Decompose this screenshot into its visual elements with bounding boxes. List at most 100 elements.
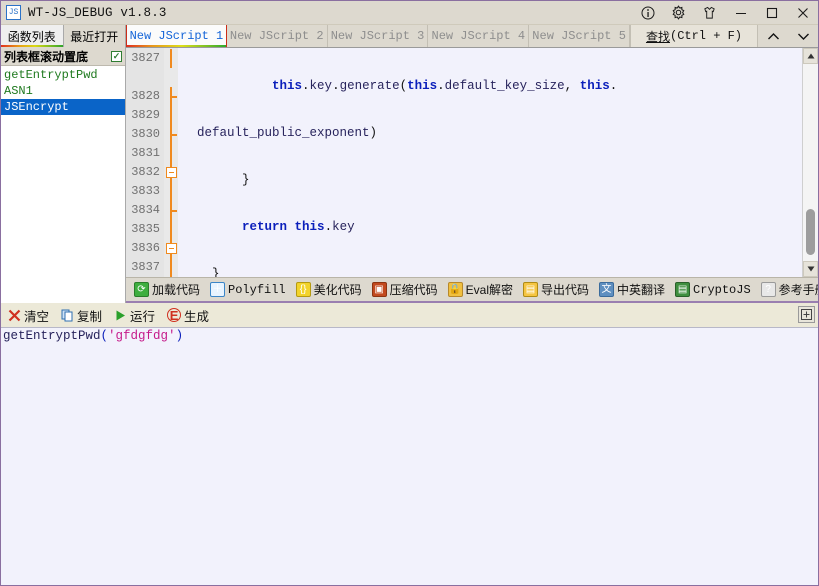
list-item[interactable]: ASN1 (1, 83, 125, 99)
find-button[interactable]: 查找 (Ctrl + F) (630, 25, 758, 47)
chevron-up-icon[interactable] (758, 25, 788, 47)
function-list[interactable]: getEntryptPwd ASN1 JSEncrypt (1, 66, 125, 303)
fold-column[interactable] (164, 48, 178, 277)
scroll-down-arrow-icon[interactable] (803, 261, 818, 277)
editor-tab-1-label: New JScript 1 (129, 29, 224, 43)
cryptojs-button[interactable]: ▤ CryptoJS (671, 280, 755, 299)
console-close-paren: ) (175, 329, 184, 343)
compress-code-label: 压缩代码 (389, 283, 438, 297)
reference-manual-label: 参考手册 (778, 283, 818, 297)
console-input[interactable]: getEntryptPwd('gfdgfdg') (1, 327, 818, 585)
clear-x-icon (8, 309, 21, 322)
eval-decrypt-label: Eval解密 (465, 283, 514, 297)
scrollbar-thumb[interactable] (806, 209, 815, 255)
run-button[interactable]: 运行 (111, 305, 158, 326)
editor-tab-1[interactable]: New JScript 1 (126, 25, 227, 47)
list-scroll-bottom-checkbox[interactable]: ✓ (111, 50, 122, 62)
export-code-label: 导出代码 (541, 283, 590, 297)
fold-marker (164, 220, 178, 239)
copy-icon (61, 309, 74, 322)
line-number: 3833 (131, 184, 160, 198)
editor-tab-3-label: New JScript 3 (330, 29, 425, 43)
line-number: 3836 (131, 241, 160, 255)
code-line: } (182, 267, 220, 277)
chevron-down-icon[interactable] (788, 25, 818, 47)
translate-icon: 文 (599, 282, 615, 297)
generate-e-icon: E (167, 308, 182, 322)
list-item-label: JSEncrypt (4, 100, 69, 114)
fold-marker (164, 87, 178, 106)
fold-marker-collapsible[interactable] (164, 239, 178, 258)
editor-vertical-scrollbar[interactable] (802, 48, 818, 277)
console-function-name: getEntryptPwd (3, 329, 101, 343)
tab-function-list[interactable]: 函数列表 (1, 25, 64, 47)
polyfill-button[interactable]: ＋ Polyfill (206, 280, 290, 299)
clear-button[interactable]: 清空 (5, 305, 52, 326)
app-window: JS WT-JS_DEBUG v1.8.3 函数列表 最近打开 New JScr… (0, 0, 819, 586)
list-scroll-bottom-label: 列表框滚动置底 (4, 49, 89, 64)
list-scroll-bottom-row: 列表框滚动置底 ✓ (1, 47, 125, 66)
line-number: 3827 (131, 51, 160, 65)
fold-marker-collapsible[interactable] (164, 163, 178, 182)
lock-icon: 🔒 (447, 282, 463, 297)
line-number: 3835 (131, 222, 160, 236)
beautify-code-label: 美化代码 (313, 283, 362, 297)
copy-label: 复制 (77, 309, 103, 324)
beautify-code-button[interactable]: {} 美化代码 (292, 279, 366, 300)
code-editor[interactable]: 3827 . 3828 3829 3830 3831 3832 3833 383… (126, 48, 818, 277)
copy-button[interactable]: 复制 (58, 305, 105, 326)
tab-function-list-label: 函数列表 (7, 29, 56, 44)
generate-button[interactable]: E 生成 (164, 305, 212, 326)
maximize-button[interactable] (756, 1, 787, 25)
expand-console-button[interactable] (798, 306, 815, 323)
editor-tab-2[interactable]: New JScript 2 (226, 25, 328, 47)
find-shortcut: (Ctrl + F) (670, 29, 743, 43)
line-number: 3828 (131, 89, 160, 103)
info-icon[interactable] (632, 1, 663, 25)
scrollbar-track[interactable] (803, 64, 818, 261)
cryptojs-label: CryptoJS (693, 282, 751, 297)
reload-icon: ⟳ (134, 282, 149, 297)
beautify-braces-icon: {} (295, 282, 311, 297)
clear-label: 清空 (24, 309, 50, 324)
translate-button[interactable]: 文 中英翻译 (595, 279, 669, 300)
fold-marker (164, 258, 178, 277)
translate-label: 中英翻译 (617, 283, 666, 297)
export-code-button[interactable]: ▤ 导出代码 (519, 279, 593, 300)
editor-tab-5-label: New JScript 5 (532, 29, 626, 43)
tab-strip: 函数列表 最近打开 New JScript 1 New JScript 2 Ne… (1, 25, 818, 47)
eval-decrypt-button[interactable]: 🔒 Eval解密 (444, 279, 517, 300)
code-line-wrapped: default_public_exponent) (182, 126, 378, 140)
fold-marker (164, 49, 178, 68)
line-number: 3829 (131, 108, 160, 122)
main-body: 列表框滚动置底 ✓ getEntryptPwd ASN1 JSEncrypt 3… (1, 47, 818, 303)
load-code-button[interactable]: ⟳ 加载代码 (130, 279, 204, 300)
line-number-gutter: 3827 . 3828 3829 3830 3831 3832 3833 383… (126, 48, 164, 277)
editor-tab-5[interactable]: New JScript 5 (529, 25, 630, 47)
list-item-label: ASN1 (4, 84, 33, 98)
editor-tab-3[interactable]: New JScript 3 (327, 25, 429, 47)
fold-marker (164, 144, 178, 163)
left-pane-tabs: 函数列表 最近打开 (1, 25, 126, 47)
minimize-button[interactable] (725, 1, 756, 25)
run-label: 运行 (130, 309, 156, 324)
find-label: 查找 (645, 30, 670, 45)
list-item-label: getEntryptPwd (4, 68, 98, 82)
run-play-icon (114, 309, 127, 322)
scroll-up-arrow-icon[interactable] (803, 48, 818, 64)
theme-shirt-icon[interactable] (694, 1, 725, 25)
polyfill-plus-icon: ＋ (210, 282, 226, 297)
code-line: } (182, 173, 250, 187)
settings-gear-icon[interactable] (663, 1, 694, 25)
list-item[interactable]: getEntryptPwd (1, 67, 125, 83)
compress-code-button[interactable]: ▣ 压缩代码 (368, 279, 442, 300)
tab-recently-opened[interactable]: 最近打开 (63, 25, 126, 47)
reference-manual-button[interactable]: ? 参考手册 (757, 279, 818, 300)
code-text[interactable]: this.key.generate(this.default_key_size,… (178, 48, 802, 277)
code-line: this.key.generate(this.default_key_size,… (272, 79, 618, 93)
close-button[interactable] (787, 1, 818, 25)
editor-tab-4[interactable]: New JScript 4 (428, 25, 530, 47)
line-number: 3832 (131, 165, 160, 179)
help-question-icon: ? (760, 282, 776, 297)
list-item-selected[interactable]: JSEncrypt (1, 99, 125, 115)
